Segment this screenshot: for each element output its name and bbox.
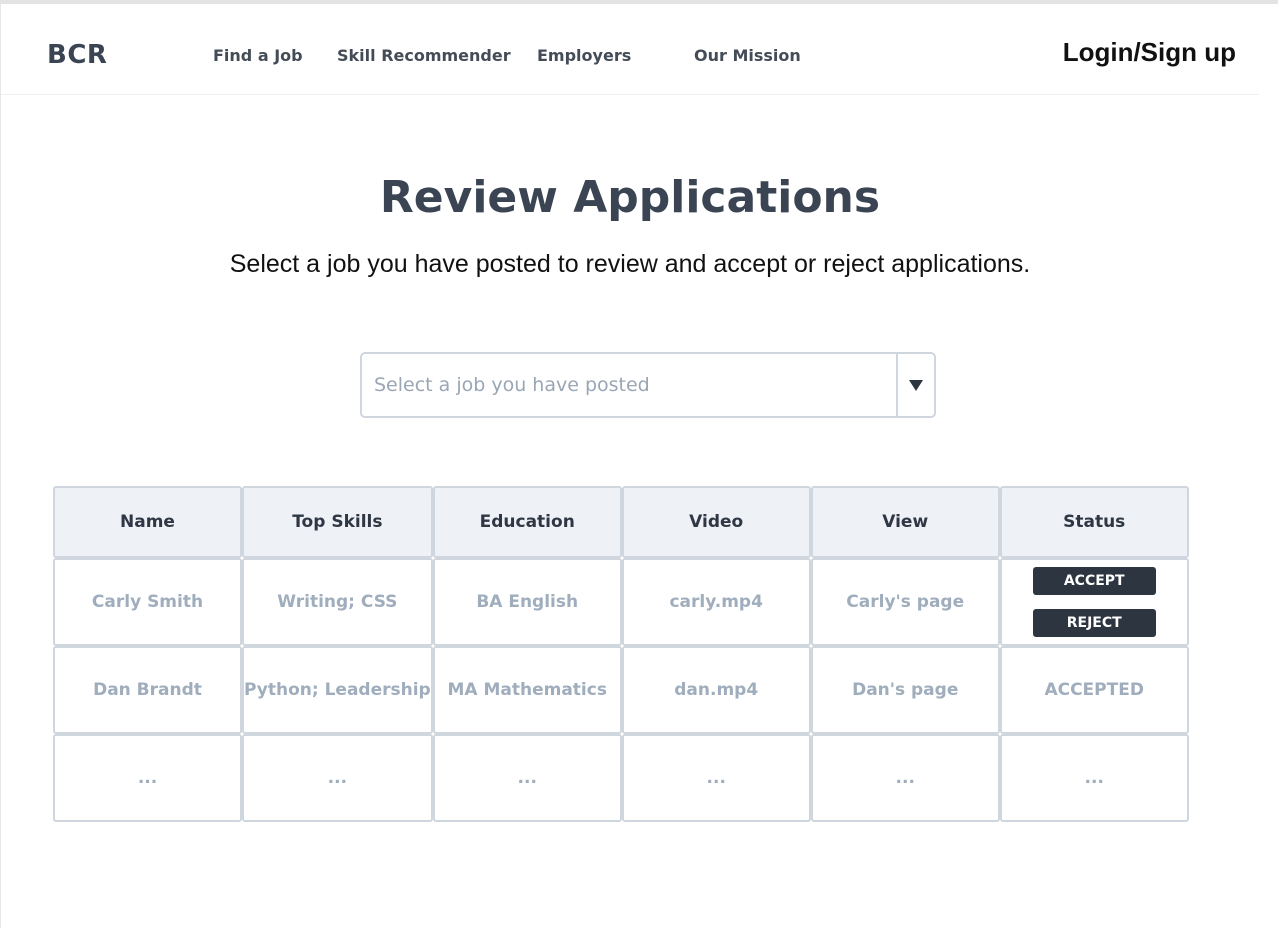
placeholder-cell: ... <box>242 734 433 822</box>
caret-down-icon <box>909 380 923 391</box>
reject-button[interactable]: REJECT <box>1032 609 1156 637</box>
table-row: Dan Brandt Python; Leadership MA Mathema… <box>53 646 1189 734</box>
job-select-placeholder: Select a job you have posted <box>374 374 650 396</box>
placeholder-cell: ... <box>621 734 811 822</box>
applicant-video-link[interactable]: dan.mp4 <box>621 646 811 734</box>
dropdown-toggle[interactable] <box>896 354 934 416</box>
column-header-view: View <box>810 486 1000 558</box>
column-header-video: Video <box>621 486 811 558</box>
status-accepted: ACCEPTED <box>999 646 1189 734</box>
column-header-name: Name <box>53 486 242 558</box>
nav-skill-recommender[interactable]: Skill Recommender <box>337 46 511 65</box>
applicant-video-link[interactable]: carly.mp4 <box>621 558 811 646</box>
applicant-education: BA English <box>432 558 622 646</box>
login-signup-link[interactable]: Login/Sign up <box>1063 37 1236 68</box>
nav-find-a-job[interactable]: Find a Job <box>213 46 303 65</box>
table-row: Carly Smith Writing; CSS BA English carl… <box>53 558 1189 646</box>
applicant-skills: Python; Leadership <box>242 646 433 734</box>
applicant-page-link[interactable]: Dan's page <box>810 646 1000 734</box>
placeholder-cell: ... <box>53 734 242 822</box>
table-header-row: Name Top Skills Education Video View Sta… <box>53 486 1189 558</box>
column-header-top-skills: Top Skills <box>242 486 433 558</box>
placeholder-cell: ... <box>999 734 1189 822</box>
applicant-page-link[interactable]: Carly's page <box>810 558 1000 646</box>
applicant-name: Carly Smith <box>53 558 242 646</box>
placeholder-cell: ... <box>432 734 622 822</box>
status-cell: ACCEPT REJECT <box>999 558 1189 646</box>
page-subtitle: Select a job you have posted to review a… <box>229 250 1031 278</box>
applications-table: Name Top Skills Education Video View Sta… <box>53 486 1189 822</box>
column-header-status: Status <box>999 486 1189 558</box>
brand-logo[interactable]: BCR <box>47 40 107 70</box>
nav-our-mission[interactable]: Our Mission <box>694 46 801 65</box>
applicant-education: MA Mathematics <box>432 646 622 734</box>
window-left-border <box>0 4 1 928</box>
top-navbar: BCR Find a Job Skill Recommender Employe… <box>1 4 1259 95</box>
page-title: Review Applications <box>379 172 881 223</box>
applicant-name: Dan Brandt <box>53 646 242 734</box>
table-row: ... ... ... ... ... ... <box>53 734 1189 822</box>
placeholder-cell: ... <box>810 734 1000 822</box>
column-header-education: Education <box>432 486 622 558</box>
applicant-skills: Writing; CSS <box>242 558 433 646</box>
accept-button[interactable]: ACCEPT <box>1032 567 1156 595</box>
nav-employers[interactable]: Employers <box>537 46 631 65</box>
job-select-dropdown[interactable]: Select a job you have posted <box>360 352 936 418</box>
